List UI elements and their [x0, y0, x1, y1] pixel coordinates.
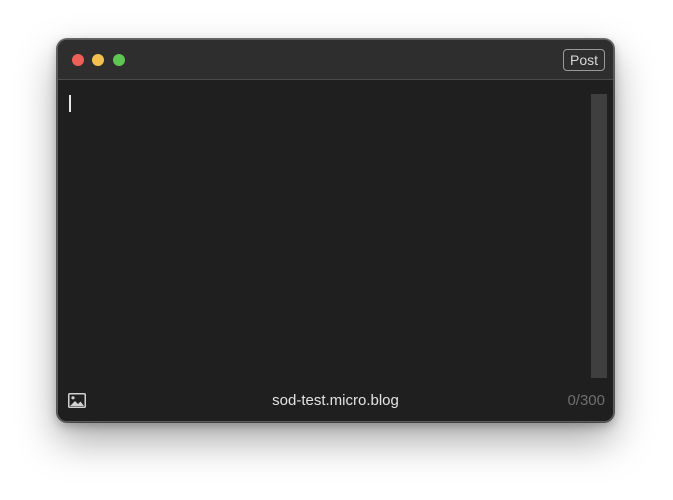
post-button[interactable]: Post: [562, 49, 605, 71]
close-window-button[interactable]: [72, 54, 84, 66]
text-caret: [69, 95, 71, 112]
zoom-window-button[interactable]: [113, 54, 125, 66]
editor-scrollbar[interactable]: [591, 94, 607, 378]
title-bar[interactable]: Post: [58, 40, 613, 80]
account-name: sod-test.micro.blog: [272, 392, 399, 409]
minimize-window-button[interactable]: [92, 54, 104, 66]
character-counter: 0/300: [567, 392, 605, 409]
post-text-editor[interactable]: [58, 80, 591, 379]
compose-footer: sod-test.micro.blog 0/300: [58, 379, 613, 421]
compose-window: Post sod-test.micro.blog 0/300: [57, 39, 614, 422]
